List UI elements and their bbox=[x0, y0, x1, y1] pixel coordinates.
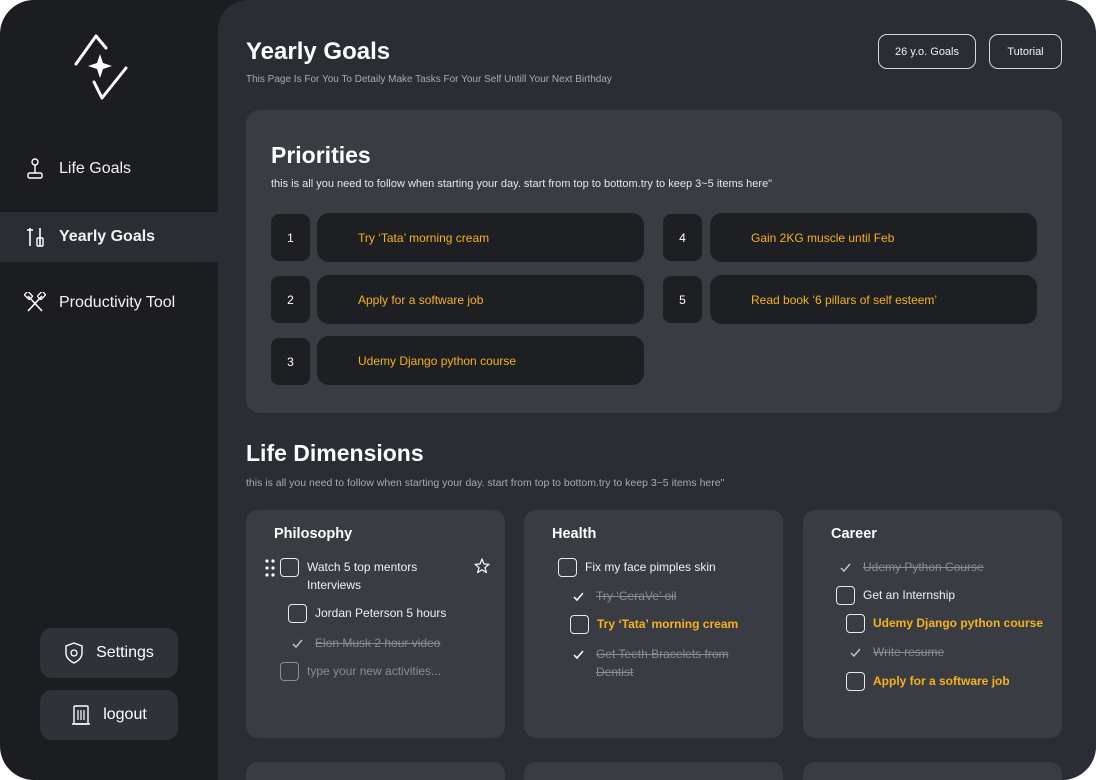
sidebar-item-label: Yearly Goals bbox=[59, 228, 156, 245]
dimension-card-health: Health Fix my face pimples skin Try ‘Cer… bbox=[524, 510, 783, 738]
check-icon[interactable] bbox=[569, 645, 588, 664]
settings-button[interactable]: Settings bbox=[40, 628, 178, 678]
task-item: Watch 5 top mentors Interviews bbox=[280, 558, 460, 594]
priority-item[interactable]: Udemy Django python course bbox=[317, 336, 644, 385]
sidebar-item-label: Productivity Tool bbox=[59, 294, 176, 311]
task-label: Try ‘Tata’ morning cream bbox=[597, 617, 739, 631]
task-label: Get Teeth Bracelets from Dentist bbox=[596, 647, 729, 679]
task-item-done: Elon Musk 2 hour video bbox=[288, 636, 488, 653]
task-item: Udemy Django python course bbox=[846, 614, 1061, 633]
sidebar-item-productivity-tool[interactable]: Productivity Tool bbox=[0, 278, 218, 328]
task-label: Jordan Peterson 5 hours bbox=[315, 606, 447, 620]
logout-button[interactable]: logout bbox=[40, 690, 178, 740]
logout-label: logout bbox=[103, 706, 147, 723]
tutorial-button[interactable]: Tutorial bbox=[989, 34, 1062, 69]
task-item-done: Try ‘CeraVe’ oil bbox=[569, 589, 769, 606]
dimension-card-career: Career Udemy Python Course Get an Intern… bbox=[803, 510, 1062, 738]
task-label: Write resume bbox=[873, 645, 945, 659]
joystick-icon bbox=[24, 158, 46, 180]
task-item-done: Write resume bbox=[846, 645, 1061, 662]
check-icon[interactable] bbox=[288, 634, 307, 653]
door-icon bbox=[71, 704, 93, 726]
priority-item[interactable]: Try ‘Tata’ morning cream bbox=[317, 213, 644, 262]
priority-number: 4 bbox=[663, 214, 702, 261]
task-label: Udemy Python Course bbox=[863, 560, 984, 574]
check-icon[interactable] bbox=[569, 587, 588, 606]
task-label: Try ‘CeraVe’ oil bbox=[596, 589, 677, 603]
age-goals-button[interactable]: 26 y.o. Goals bbox=[878, 34, 976, 69]
task-label: Elon Musk 2 hour video bbox=[315, 636, 441, 650]
task-checkbox[interactable] bbox=[570, 615, 589, 634]
priority-item[interactable]: Read book ‘6 pillars of self esteem’ bbox=[710, 275, 1037, 324]
dimension-card-philosophy: Philosophy Watch 5 top mentors Interview… bbox=[246, 510, 505, 738]
app-logo-icon bbox=[74, 34, 128, 100]
task-checkbox[interactable] bbox=[836, 586, 855, 605]
task-item-done: Udemy Python Course bbox=[836, 560, 1051, 577]
task-checkbox[interactable] bbox=[846, 614, 865, 633]
task-label: Watch 5 top mentors Interviews bbox=[307, 560, 418, 592]
priorities-subtitle: this is all you need to follow when star… bbox=[271, 178, 773, 190]
task-item: Apply for a software job bbox=[846, 672, 1061, 691]
check-icon[interactable] bbox=[836, 558, 855, 577]
task-checkbox[interactable] bbox=[288, 604, 307, 623]
life-dimensions-subtitle: this is all you need to follow when star… bbox=[246, 477, 725, 489]
life-dimensions-title: Life Dimensions bbox=[246, 440, 424, 466]
priority-item[interactable]: Gain 2KG muscle until Feb bbox=[710, 213, 1037, 262]
task-item: Get an Internship bbox=[836, 586, 1051, 605]
shield-icon bbox=[64, 642, 86, 664]
task-checkbox[interactable] bbox=[846, 672, 865, 691]
task-item: Jordan Peterson 5 hours bbox=[288, 604, 488, 623]
page-subtitle: This Page Is For You To Detaily Make Tas… bbox=[246, 74, 612, 85]
star-icon[interactable] bbox=[474, 558, 490, 574]
task-label: Fix my face pimples skin bbox=[585, 560, 716, 574]
priority-number: 3 bbox=[271, 338, 310, 385]
task-label: Udemy Django python course bbox=[873, 616, 1044, 630]
task-checkbox[interactable] bbox=[280, 558, 299, 577]
task-label: Get an Internship bbox=[863, 588, 956, 602]
priority-number: 5 bbox=[663, 276, 702, 323]
task-item: Fix my face pimples skin bbox=[558, 558, 768, 577]
dimension-card-title: Philosophy bbox=[274, 526, 353, 542]
sidebar-item-life-goals[interactable]: Life Goals bbox=[0, 144, 218, 194]
task-label: Apply for a software job bbox=[873, 674, 1010, 688]
page-title: Yearly Goals bbox=[246, 38, 391, 65]
crossed-hammers-icon bbox=[24, 292, 46, 314]
main-content: Yearly Goals This Page Is For You To Det… bbox=[218, 0, 1096, 780]
new-task-input[interactable]: type your new activities... bbox=[280, 662, 490, 681]
priorities-card: Priorities this is all you need to follo… bbox=[246, 110, 1062, 413]
new-task-placeholder: type your new activities... bbox=[307, 664, 442, 678]
dimension-card-partial bbox=[246, 762, 505, 780]
app-window: Life Goals Yearly Goals Productivity Too… bbox=[0, 0, 1096, 780]
dimension-card-partial bbox=[524, 762, 783, 780]
dimension-card-title: Health bbox=[552, 526, 597, 542]
task-item-done: Get Teeth Bracelets from Dentist bbox=[569, 647, 749, 681]
dimension-card-title: Career bbox=[831, 526, 877, 542]
priority-item[interactable]: Apply for a software job bbox=[317, 275, 644, 324]
check-icon[interactable] bbox=[846, 643, 865, 662]
tools-icon bbox=[24, 226, 46, 248]
task-item: Try ‘Tata’ morning cream bbox=[570, 615, 770, 634]
dimension-card-partial bbox=[803, 762, 1062, 780]
sidebar: Life Goals Yearly Goals Productivity Too… bbox=[0, 0, 218, 780]
task-checkbox[interactable] bbox=[558, 558, 577, 577]
drag-handle-icon[interactable] bbox=[265, 559, 275, 577]
task-checkbox bbox=[280, 662, 299, 681]
settings-label: Settings bbox=[96, 644, 154, 661]
priority-number: 2 bbox=[271, 276, 310, 323]
sidebar-item-yearly-goals[interactable]: Yearly Goals bbox=[0, 212, 218, 262]
priority-number: 1 bbox=[271, 214, 310, 261]
sidebar-item-label: Life Goals bbox=[59, 160, 132, 177]
priorities-title: Priorities bbox=[271, 142, 371, 168]
